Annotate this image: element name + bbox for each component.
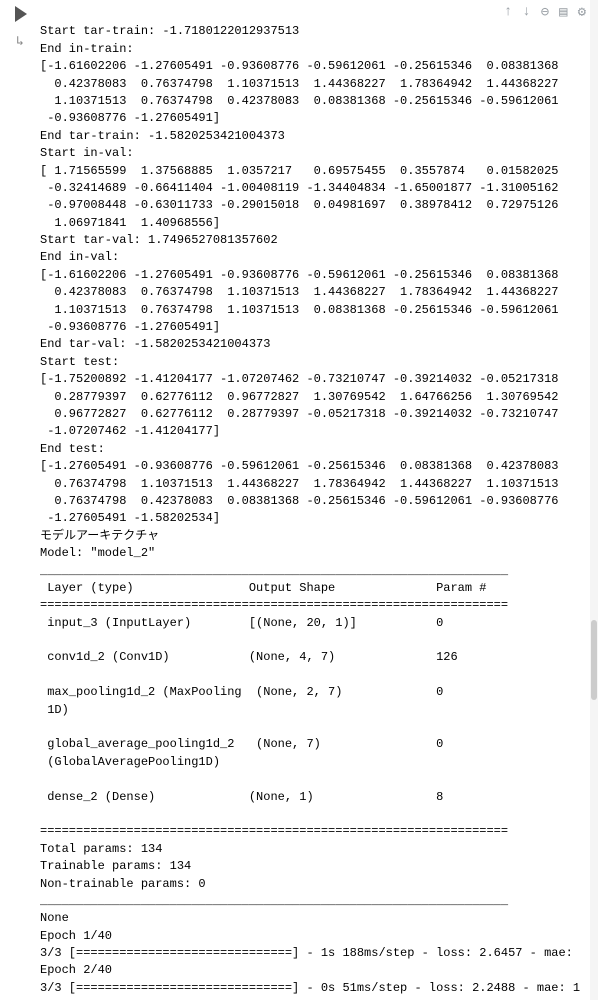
output-line: 0.76374798 1.10371513 1.44368227 1.78364… [40, 477, 558, 491]
output-line: Start test: [40, 355, 119, 369]
output-line: End tar-val: -1.5820253421004373 [40, 337, 270, 351]
output-text: Start tar-train: -1.7180122012937513 End… [40, 23, 596, 997]
output-line: [-1.61602206 -1.27605491 -0.93608776 -0.… [40, 268, 558, 282]
output-line: ========================================… [40, 824, 508, 838]
output-line: [ 1.71565599 1.37568885 1.0357217 0.6957… [40, 164, 558, 178]
output-line: Epoch 2/40 [40, 963, 112, 977]
output-line: Layer (type) Output Shape Param # [40, 581, 508, 595]
output-line: End test: [40, 442, 105, 456]
output-line: 3/3 [==============================] - 1… [40, 946, 580, 960]
output-line: End in-train: [40, 42, 134, 56]
comment-icon[interactable]: ▤ [559, 4, 567, 21]
output-line: -0.93608776 -1.27605491] [40, 320, 220, 334]
output-line: End in-val: [40, 250, 119, 264]
output-line: モデルアーキテクチャ [40, 529, 159, 543]
output-line: ________________________________________… [40, 564, 508, 578]
output-line: 0.42378083 0.76374798 1.10371513 1.44368… [40, 285, 558, 299]
output-line [40, 720, 508, 734]
output-line: Total params: 134 [40, 842, 162, 856]
output-line [40, 668, 508, 682]
move-down-icon[interactable]: ↓ [522, 4, 530, 21]
output-line: [-1.75200892 -1.41204177 -1.07207462 -0.… [40, 372, 558, 386]
output-line: 1.06971841 1.40968556] [40, 216, 220, 230]
output-line: End tar-train: -1.5820253421004373 [40, 129, 285, 143]
output-line: 3/3 [==============================] - 0… [40, 981, 580, 995]
output-line: -0.93608776 -1.27605491] [40, 111, 220, 125]
output-line [40, 633, 508, 647]
output-line: conv1d_2 (Conv1D) (None, 4, 7) 126 [40, 650, 508, 664]
run-cell-icon[interactable] [15, 6, 27, 22]
output-line: -0.97008448 -0.63011733 -0.29015018 0.04… [40, 198, 558, 212]
output-line: (GlobalAveragePooling1D) [40, 755, 508, 769]
output-line [40, 807, 508, 821]
output-line: None [40, 911, 69, 925]
output-line: Non-trainable params: 0 [40, 877, 206, 891]
output-line: -0.32414689 -0.66411404 -1.00408119 -1.3… [40, 181, 558, 195]
output-line: [-1.61602206 -1.27605491 -0.93608776 -0.… [40, 59, 558, 73]
output-line: [-1.27605491 -0.93608776 -0.59612061 -0.… [40, 459, 558, 473]
output-line: 1.10371513 0.76374798 1.10371513 0.08381… [40, 303, 558, 317]
output-line: 0.42378083 0.76374798 1.10371513 1.44368… [40, 77, 558, 91]
output-line [40, 772, 508, 786]
move-up-icon[interactable]: ↑ [504, 4, 512, 21]
output-line: Start in-val: [40, 146, 134, 160]
output-line: -1.27605491 -1.58202534] [40, 511, 220, 525]
cell-toolbar: ↑ ↓ ⊖ ▤ ⚙ [504, 4, 586, 21]
settings-icon[interactable]: ⚙ [578, 4, 586, 21]
output-line: 0.96772827 0.62776112 0.28779397 -0.0521… [40, 407, 558, 421]
output-line: 1.10371513 0.76374798 0.42378083 0.08381… [40, 94, 558, 108]
output-line: Model: "model_2" [40, 546, 155, 560]
output-line: Epoch 1/40 [40, 929, 112, 943]
scrollbar-track[interactable] [590, 0, 598, 1000]
output-line: 0.28779397 0.62776112 0.96772827 1.30769… [40, 390, 558, 404]
output-line: 0.76374798 0.42378083 0.08381368 -0.2561… [40, 494, 558, 508]
output-line: ========================================… [40, 598, 508, 612]
output-line: ________________________________________… [40, 894, 508, 908]
output-line: Trainable params: 134 [40, 859, 191, 873]
output-line: Start tar-train: -1.7180122012937513 [40, 24, 299, 38]
output-line: -1.07207462 -1.41204177] [40, 424, 220, 438]
output-line: dense_2 (Dense) (None, 1) 8 [40, 790, 508, 804]
output-line: Start tar-val: 1.7496527081357602 [40, 233, 278, 247]
output-area: Start tar-train: -1.7180122012937513 End… [40, 0, 600, 1000]
cell-gutter: ↳ [0, 0, 40, 1000]
output-indicator-icon: ↳ [16, 34, 24, 49]
output-line: 1D) [40, 703, 508, 717]
output-line: max_pooling1d_2 (MaxPooling (None, 2, 7)… [40, 685, 508, 699]
output-line: global_average_pooling1d_2 (None, 7) 0 [40, 737, 508, 751]
output-line: input_3 (InputLayer) [(None, 20, 1)] 0 [40, 616, 508, 630]
link-icon[interactable]: ⊖ [541, 4, 549, 21]
scrollbar-thumb[interactable] [591, 620, 597, 700]
